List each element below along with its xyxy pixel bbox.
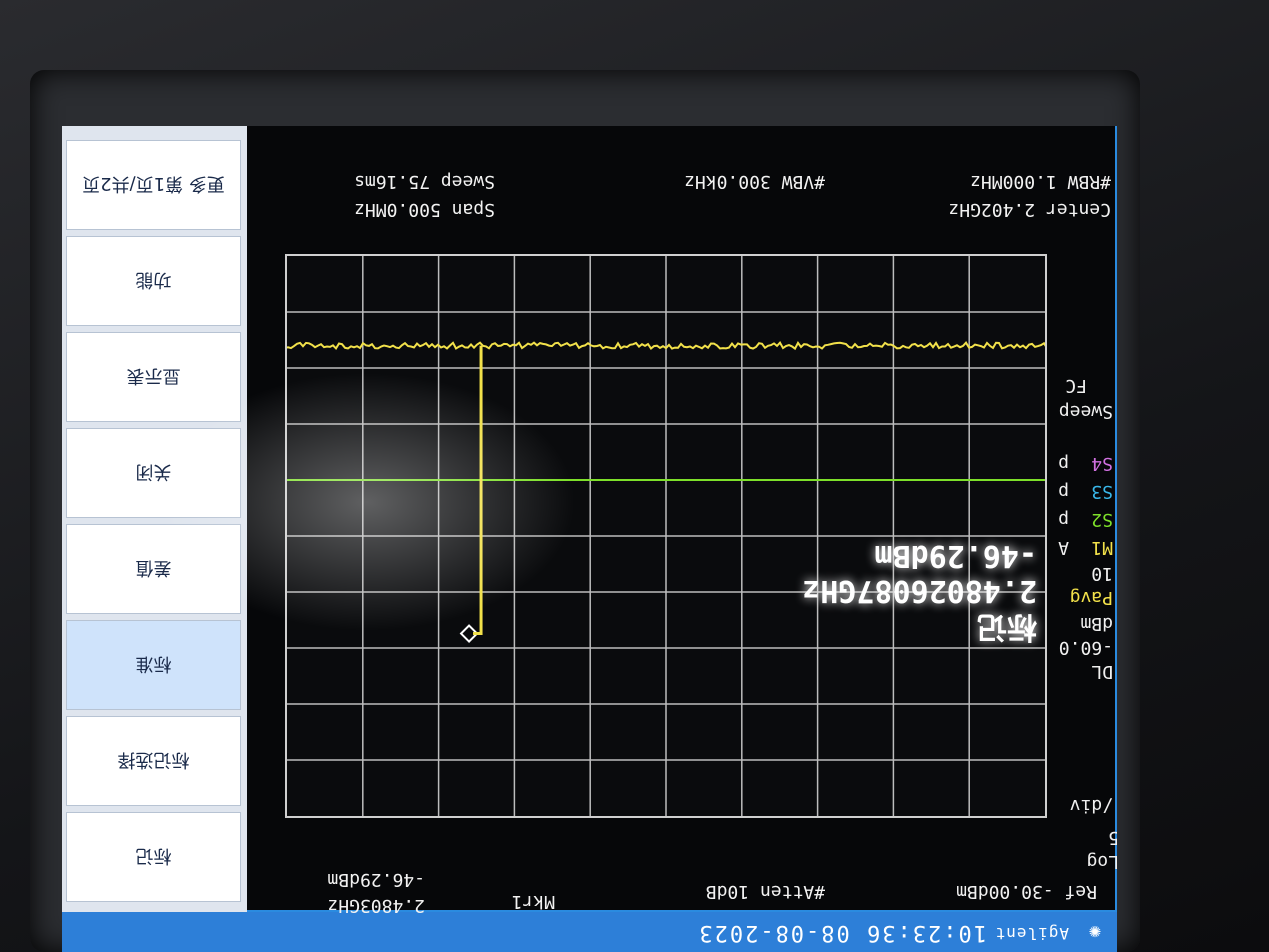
softkey-2[interactable]: 标记选择 bbox=[66, 716, 241, 806]
softkey-5[interactable]: 关闭 bbox=[66, 428, 241, 518]
softkey-4[interactable]: 差值 bbox=[66, 524, 241, 614]
marker-frequency: 2.4803GHz bbox=[327, 895, 425, 916]
atten-label: #Atten 10dB bbox=[705, 881, 825, 902]
softkey-3[interactable]: 标准 bbox=[66, 620, 241, 710]
span-label: Span 500.0MHz bbox=[354, 199, 495, 220]
gridlines bbox=[287, 256, 1045, 816]
scale-value: 5 bbox=[1108, 827, 1117, 848]
m1-label: M1 bbox=[1091, 537, 1113, 558]
softkey-panel: 标记 标记选择 标准 差值 关闭 显示表 功能 更多 第1页/共2页 bbox=[62, 126, 247, 912]
dl-label: DL bbox=[1091, 661, 1113, 682]
center-frequency: Center 2.402GHz bbox=[948, 199, 1111, 220]
sweep-mode-label: Sweep bbox=[1058, 401, 1113, 422]
marker-label: Mkr1 bbox=[511, 891, 555, 912]
s4-mode: p bbox=[1058, 453, 1069, 474]
graph-area: Ref -30.00dBm #Atten 10dB Mkr1 2.4803GHz… bbox=[243, 126, 1117, 916]
softkey-8[interactable]: 更多 第1页/共2页 bbox=[66, 140, 241, 230]
brand-label: Agilent bbox=[994, 924, 1069, 943]
rbw-label: #RBW 1.000MHz bbox=[970, 171, 1111, 192]
dl-unit: dBm bbox=[1080, 613, 1113, 634]
s4-label: S4 bbox=[1091, 453, 1113, 474]
pavg-count: 10 bbox=[1091, 563, 1113, 584]
softkey-7[interactable]: 功能 bbox=[66, 236, 241, 326]
s2-mode: p bbox=[1058, 509, 1069, 530]
div-label: /div bbox=[1069, 795, 1113, 816]
dl-value: -60.0 bbox=[1058, 637, 1113, 658]
s3-mode: p bbox=[1058, 481, 1069, 502]
marker-1-line bbox=[473, 345, 483, 636]
marker-readout-amp: -46.29dBm bbox=[874, 538, 1037, 573]
m1-mode: A bbox=[1058, 537, 1069, 558]
log-label: Log bbox=[1086, 851, 1117, 872]
ref-level-label: Ref -30.00dBm bbox=[956, 881, 1097, 902]
marker-readout-freq: 2.48026087GHz bbox=[802, 573, 1037, 608]
s2-label: S2 bbox=[1091, 509, 1113, 530]
sweep-time-label: Sweep 75.16ms bbox=[354, 171, 495, 192]
sweep-mode-value: FC bbox=[1065, 375, 1087, 396]
s3-label: S3 bbox=[1091, 481, 1113, 502]
marker-readout-title: 标记 bbox=[977, 609, 1037, 644]
pavg-label: Pavg bbox=[1069, 587, 1113, 608]
photo-scene: ✺ Agilent 10:23:36 08-08-2023 Ref -30.00… bbox=[0, 0, 1269, 952]
marker-readout: 标记 2.48026087GHz -46.29dBm bbox=[802, 538, 1037, 652]
spectrum-plot bbox=[287, 256, 1045, 816]
status-bar: ✺ Agilent 10:23:36 08-08-2023 bbox=[62, 912, 1117, 952]
marker-amplitude: -46.29dBm bbox=[327, 869, 425, 890]
softkey-1[interactable]: 标记 bbox=[66, 812, 241, 902]
softkey-6[interactable]: 显示表 bbox=[66, 332, 241, 422]
datetime-label: 10:23:36 08-08-2023 bbox=[697, 920, 987, 945]
analyzer-screen: ✺ Agilent 10:23:36 08-08-2023 Ref -30.00… bbox=[62, 126, 1117, 952]
spectrum-grid bbox=[285, 254, 1047, 818]
agilent-logo-icon: ✺ bbox=[1088, 921, 1101, 945]
vbw-label: #VBW 300.0kHz bbox=[684, 171, 825, 192]
